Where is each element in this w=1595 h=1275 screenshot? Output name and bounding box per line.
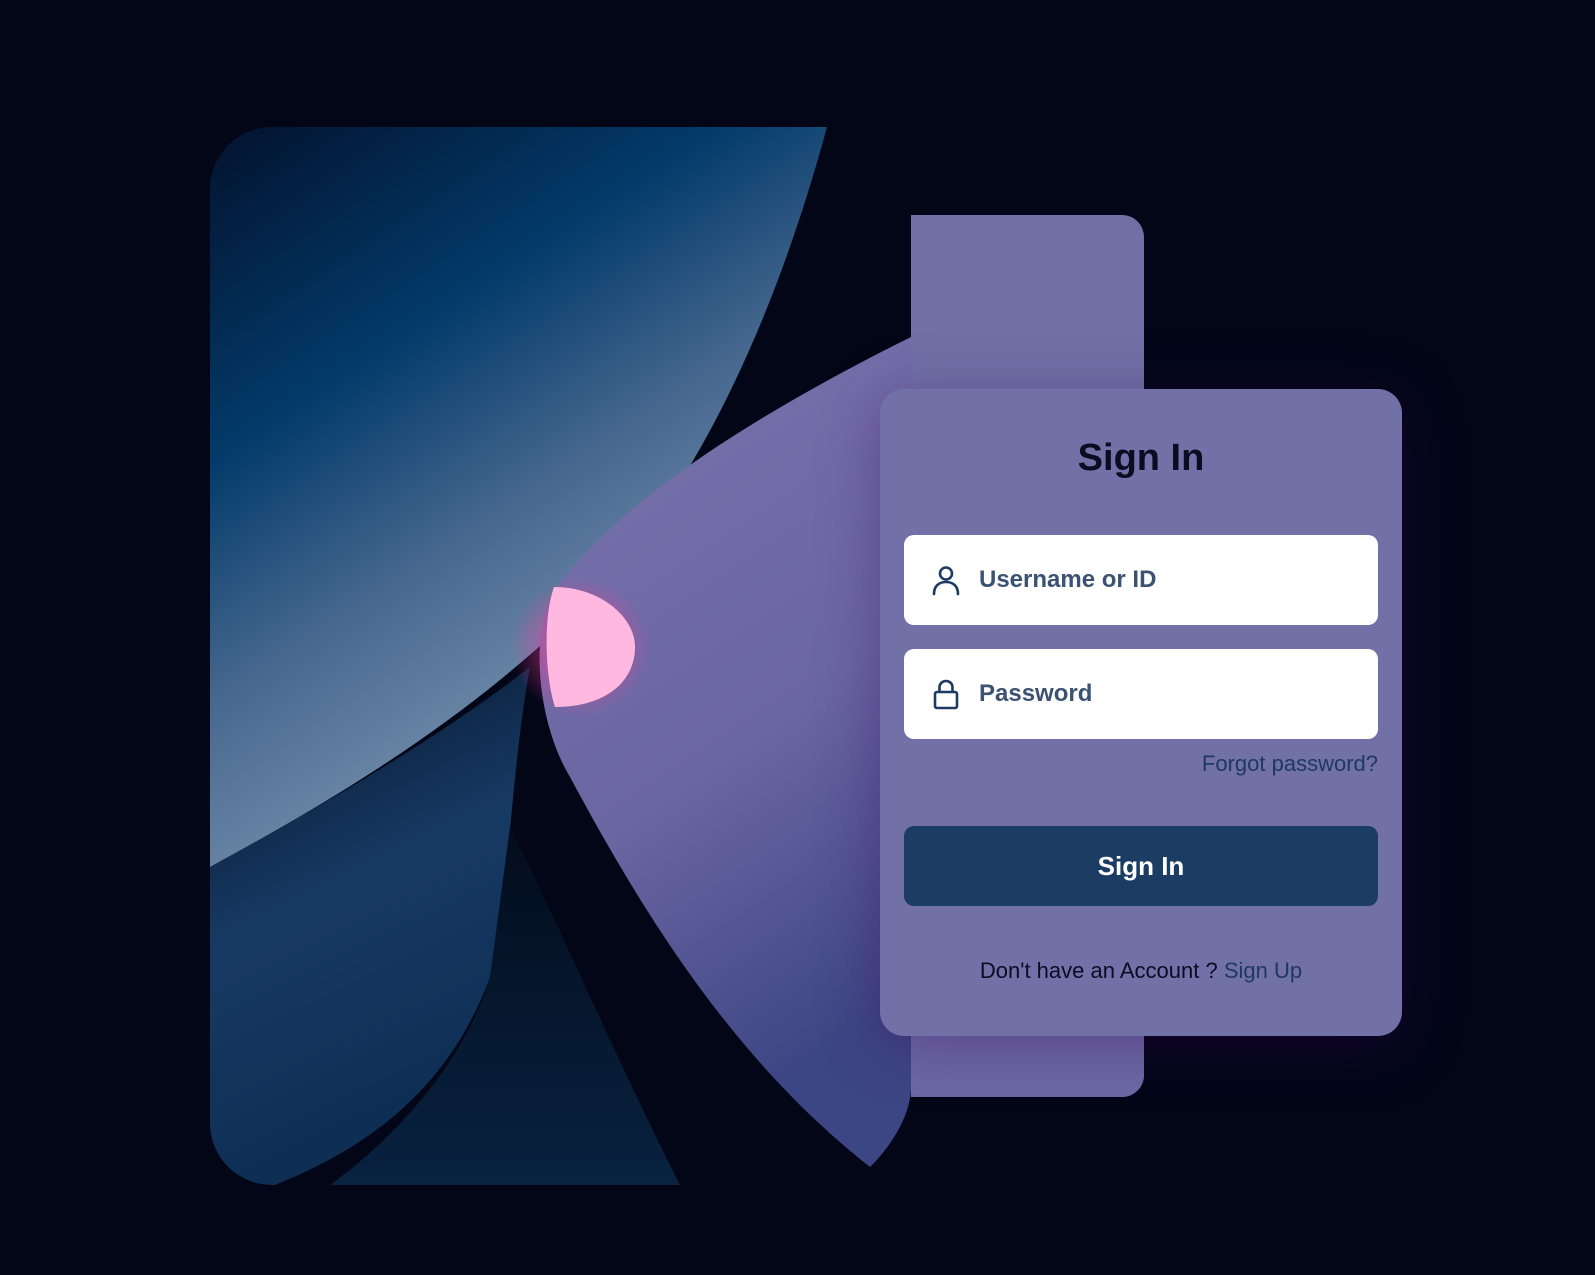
lock-icon (930, 678, 962, 710)
forgot-password-link[interactable]: Forgot password? (1202, 751, 1378, 777)
signup-prompt: Don't have an Account ? Sign Up (880, 958, 1402, 984)
sign-up-link[interactable]: Sign Up (1224, 958, 1302, 983)
password-placeholder: Password (979, 680, 1093, 707)
username-placeholder: Username or ID (979, 566, 1157, 593)
login-page: Sign In Username or ID Password Forgot p… (0, 0, 1595, 1275)
card-backdrop-tab-bottom (911, 1030, 1144, 1097)
sign-in-button[interactable]: Sign In (904, 826, 1378, 906)
decorative-artwork (210, 127, 911, 1185)
user-icon (930, 564, 962, 596)
username-field[interactable]: Username or ID (904, 535, 1378, 625)
password-field[interactable]: Password (904, 649, 1378, 739)
signup-prompt-text: Don't have an Account ? (979, 958, 1218, 983)
page-title: Sign In (1077, 437, 1205, 479)
